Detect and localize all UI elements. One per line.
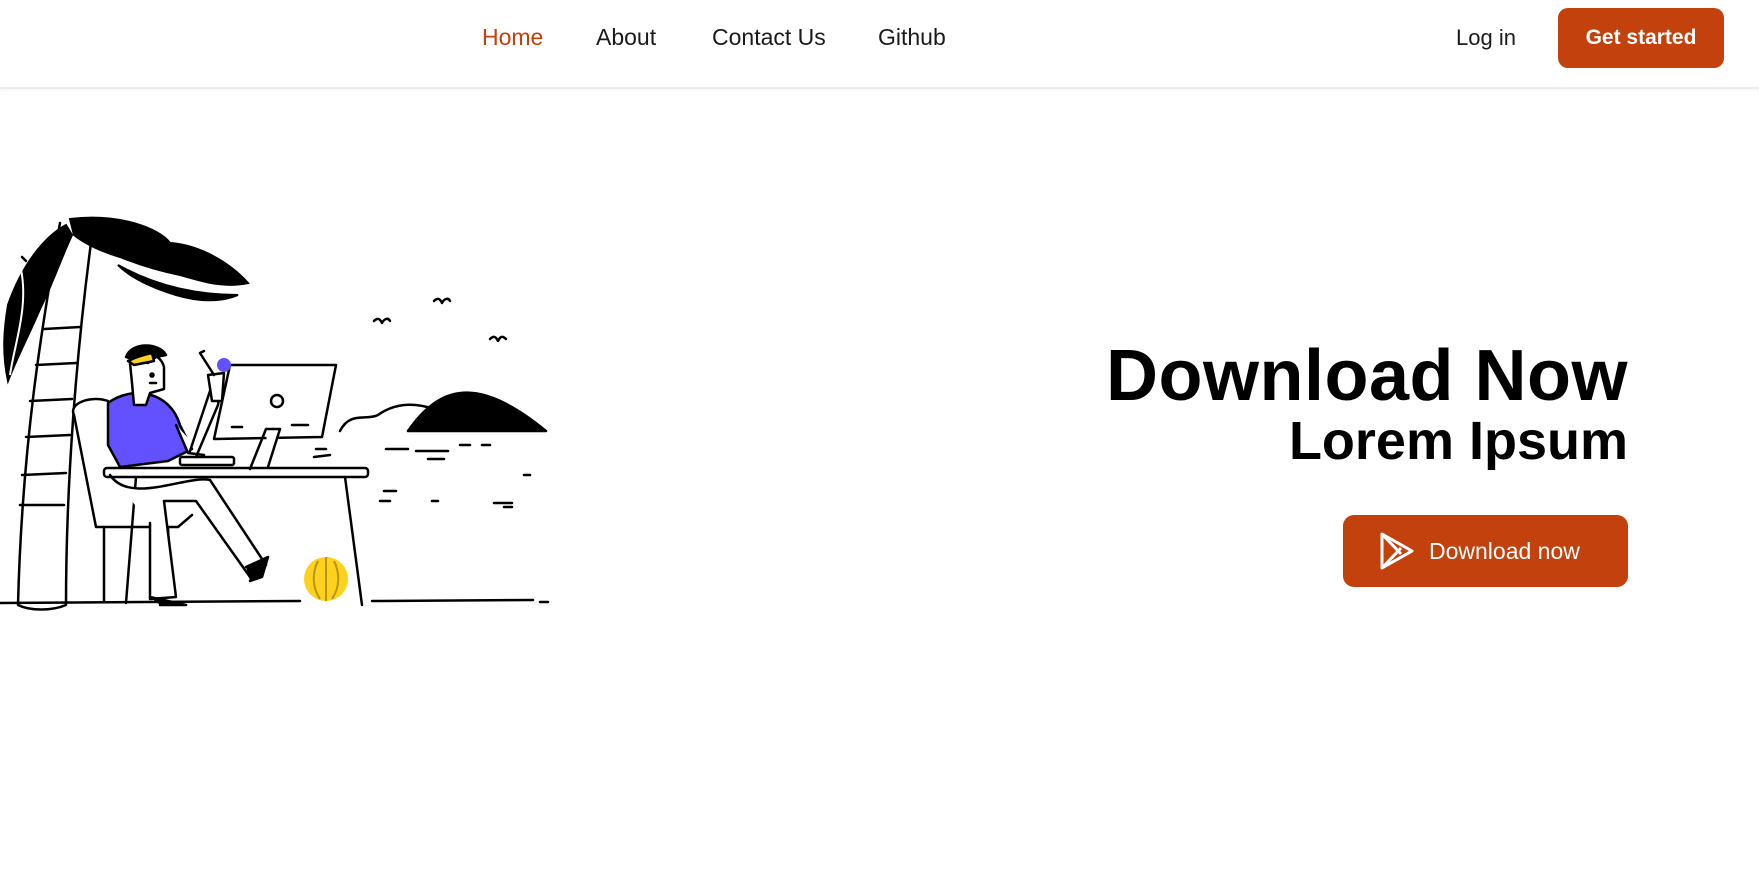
download-now-button[interactable]: Download now [1343, 515, 1628, 587]
hero-title: Download Now [1106, 336, 1628, 416]
login-link[interactable]: Log in [1456, 25, 1516, 51]
nav-link-about[interactable]: About [596, 24, 656, 51]
download-now-label: Download now [1429, 537, 1580, 564]
hero-subtitle: Lorem Ipsum [1288, 411, 1628, 471]
nav-link-home[interactable]: Home [482, 24, 543, 51]
illustration-svg [0, 216, 550, 611]
nav-link-github[interactable]: Github [878, 24, 946, 51]
play-store-icon [1379, 532, 1415, 570]
top-navbar: Home About Contact Us Github Log in Get … [0, 0, 1759, 89]
get-started-button[interactable]: Get started [1558, 8, 1724, 68]
beach-illustration [0, 205, 560, 615]
nav-link-contact-us[interactable]: Contact Us [712, 24, 826, 51]
